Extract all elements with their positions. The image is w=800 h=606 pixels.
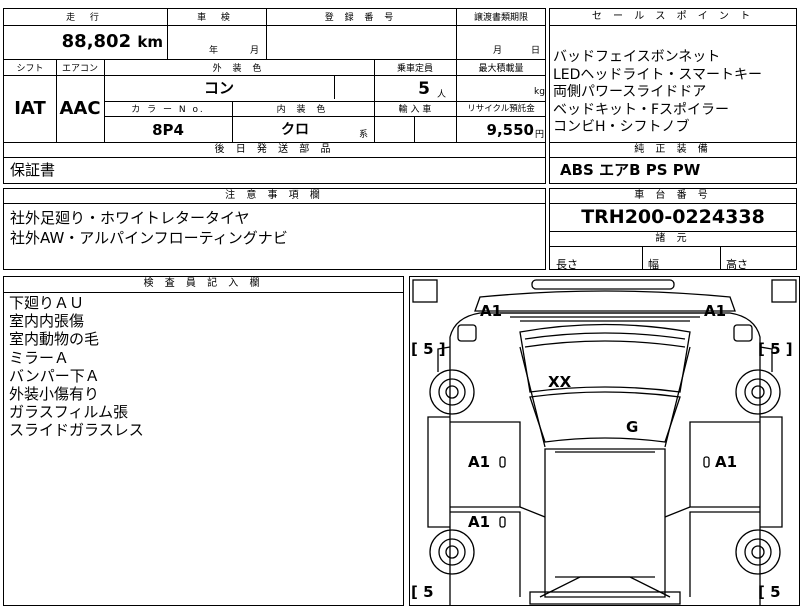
chassis-box: 車 台 番 号 TRH200-0224338: [549, 188, 797, 232]
mileage-unit: km: [137, 33, 163, 51]
sales-point-box: セ ー ル ス ポ イ ン ト バッドフェイスボンネット LEDヘッドライト・ス…: [549, 8, 797, 143]
chassis-value: TRH200-0224338: [581, 206, 765, 228]
tire-front-left: [ 5 ]: [411, 340, 446, 358]
recycle-deposit-value: 9,550: [486, 121, 534, 139]
aircon-value: AAC: [59, 98, 101, 119]
top-info-table: 走 行 車 検 登 録 番 号 譲渡書類期限 88,802 km 年 月 月 日: [3, 8, 546, 60]
car-diagram-box: A1 A1 XX G A1 A1 A1 [ 5 ] [ 5 ] [ 5 [ 5: [409, 276, 800, 606]
length-label: 長さ: [556, 258, 578, 271]
sales-point-line: ベッドキット・Fスポイラー: [553, 101, 730, 118]
genuine-equipment-box: 純 正 装 備 ABS エアB PS PW: [549, 142, 797, 184]
dimensions-header: 諸 元: [550, 232, 796, 247]
capacity-value: 5: [418, 79, 430, 99]
later-parts-value: 保証書: [10, 161, 56, 179]
width-label: 幅: [648, 258, 659, 271]
inspector-line: ミラーＡ: [9, 348, 70, 367]
color-no-value: 8P4: [152, 121, 184, 139]
inspection-header: 車 検: [197, 13, 236, 23]
notes-line: 社外足廻り・ホワイトレタータイヤ: [10, 209, 250, 227]
capacity-header: 乗車定員: [396, 64, 433, 74]
mark-front-right: A1: [704, 302, 727, 320]
max-load-header: 最大積載量: [478, 64, 524, 74]
inspector-line: 室内動物の毛: [9, 330, 100, 349]
exterior-color-header: 外 装 色: [212, 64, 266, 74]
inspector-line: 外装小傷有り: [9, 385, 100, 404]
shift-header: シフト: [16, 64, 44, 74]
sales-point-line: バッドフェイスボンネット: [553, 49, 721, 65]
genuine-equipment-header: 純 正 装 備: [550, 143, 796, 158]
capacity-unit: 人: [437, 90, 447, 100]
height-label: 高さ: [726, 258, 748, 271]
aircon-header: エアコン: [61, 64, 98, 74]
notes-header: 注 意 事 項 欄: [4, 189, 545, 204]
vehicle-spec-table: シフト エアコン 外 装 色 乗車定員 最大積載量 IAT AAC コン 5 人…: [3, 59, 546, 143]
tire-rear-left: [ 5: [411, 583, 434, 601]
color-no-header: カ ラ ー N o.: [131, 105, 205, 115]
exterior-color-value: コン: [203, 79, 234, 97]
sales-point-line: LEDヘッドライト・スマートキー: [553, 66, 763, 83]
interior-color-value: クロ: [281, 122, 309, 138]
mark-roof: XX: [548, 373, 572, 391]
later-parts-box: 後 日 発 送 部 品 保証書: [3, 142, 546, 184]
mileage-number: 88,802: [61, 31, 132, 52]
transfer-month-label: 月: [493, 46, 503, 56]
mileage-value: 88,802 km: [4, 31, 167, 52]
shift-value: IAT: [14, 98, 46, 119]
mark-left-rear-door: A1: [468, 513, 491, 531]
notes-box: 注 意 事 項 欄 社外足廻り・ホワイトレタータイヤ 社外AW・アルパインフロー…: [3, 188, 546, 270]
inspector-line: スライドガラスレス: [9, 421, 144, 440]
notes-line: 社外AW・アルパインフローティングナビ: [10, 229, 288, 247]
mileage-header: 走 行: [66, 13, 105, 23]
inspector-box: 検 査 員 記 入 欄 下廻りＡＵ 室内内張傷 室内動物の毛 ミラーＡ バンパー…: [3, 276, 404, 606]
dimensions-box: 諸 元 長さ 幅 高さ: [549, 231, 797, 271]
max-load-unit: kg: [534, 87, 545, 97]
mark-right-front-door: A1: [715, 453, 738, 471]
tire-rear-right: [ 5: [758, 583, 781, 601]
mark-left-front-door: A1: [468, 453, 491, 471]
import-header: 輸 入 車: [398, 105, 432, 115]
registration-header: 登 録 番 号: [324, 13, 398, 23]
sales-point-list: バッドフェイスボンネット LEDヘッドライト・スマートキー 両側パワースライドド…: [553, 49, 762, 137]
recycle-deposit-unit: 円: [535, 130, 545, 140]
tire-front-right: [ 5 ]: [758, 340, 793, 358]
inspection-month-label: 月: [250, 46, 260, 56]
sales-point-line: 両側パワースライドドア: [553, 84, 707, 100]
recycle-deposit-header: リサイクル預託金: [467, 104, 535, 114]
notes-list: 社外足廻り・ホワイトレタータイヤ 社外AW・アルパインフローティングナビ: [10, 208, 288, 248]
inspector-header: 検 査 員 記 入 欄: [4, 277, 403, 293]
inspector-line: ガラスフィルム張: [9, 403, 129, 422]
sales-point-line: コンビH・シフトノブ: [553, 119, 690, 135]
genuine-equipment-value: ABS エアB PS PW: [560, 161, 701, 179]
later-parts-header: 後 日 発 送 部 品: [4, 143, 545, 158]
chassis-header: 車 台 番 号: [550, 189, 796, 204]
mark-windshield: G: [626, 418, 639, 436]
inspector-line: バンパー下Ａ: [9, 366, 100, 385]
inspector-line: 下廻りＡＵ: [9, 294, 85, 312]
inspector-list: 下廻りＡＵ 室内内張傷 室内動物の毛 ミラーＡ バンパー下Ａ 外装小傷有り ガラ…: [9, 294, 144, 440]
mark-front-left: A1: [480, 302, 503, 320]
interior-color-header: 内 装 色: [276, 105, 330, 115]
transfer-deadline-header: 譲渡書類期限: [473, 13, 528, 23]
inspector-line: 室内内張傷: [9, 312, 85, 331]
inspection-year-label: 年: [209, 46, 219, 56]
interior-color-suffix: 系: [359, 130, 369, 140]
sales-point-header: セ ー ル ス ポ イ ン ト: [550, 9, 796, 26]
transfer-day-label: 日: [531, 46, 541, 56]
car-diagram: [412, 279, 797, 605]
